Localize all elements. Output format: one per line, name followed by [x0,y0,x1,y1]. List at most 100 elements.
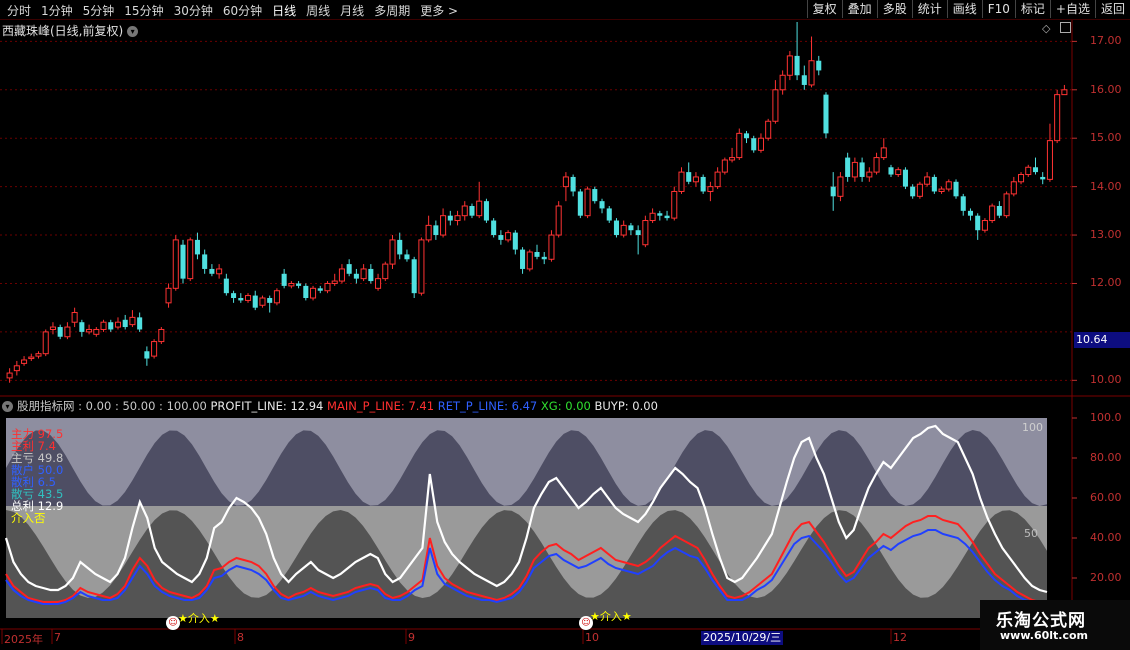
lower-wave [6,510,1047,618]
tool-button-1[interactable]: 叠加 [841,0,877,18]
candle-body [252,295,258,308]
period-tab-6[interactable]: 日线 [267,2,301,19]
candle-body [64,326,71,338]
candle-body [244,295,252,301]
period-tab-7[interactable]: 周线 [301,2,335,19]
date-tick-label: 9 [408,631,415,644]
candle-body [273,290,280,304]
candle-body [238,298,244,301]
candle-body [657,213,663,216]
price-tick-label: 12.00 [1090,276,1122,290]
tool-button-3[interactable]: 统计 [911,0,947,18]
candle-body [303,285,309,298]
tool-button-8[interactable]: 返回 [1094,0,1130,18]
candle-body [953,181,959,197]
candle-body [151,341,158,357]
candle-body [216,268,223,275]
tool-button-2[interactable]: 多股 [876,0,912,18]
candle-body [700,176,706,192]
candle-body [288,282,295,287]
candle-body [866,171,873,178]
indicator-header: ▾ 股朋指标网 : 0.00 : 50.00 : 100.00 PROFIT_LI… [2,398,658,414]
candle-body [743,133,750,139]
candle-body [786,55,793,76]
candle-body [281,273,287,286]
candle-body [144,351,150,359]
candle-body [505,232,512,241]
candle-body [21,359,28,364]
candle-body [338,268,345,282]
candle-body [411,259,417,294]
candle-body [1061,89,1068,96]
candle-body [772,89,779,122]
price-tick-label: 13.00 [1090,228,1122,242]
candle-body [331,280,338,284]
price-tick-label: 15.00 [1090,131,1122,145]
candle-body [259,297,266,306]
signal-label-2: ★介入★ [590,610,632,623]
candle-body [375,278,382,289]
candle-body [924,176,931,185]
legend-item-7: 介入否 [11,511,46,525]
period-tab-0[interactable]: 分时 [2,2,36,19]
tool-button-6[interactable]: 标记 [1014,0,1050,18]
cursor-date-tag: 2025/10/29/三 [701,631,784,645]
candle-body [93,328,100,335]
candle-body [692,176,699,183]
period-tab-2[interactable]: 5分钟 [78,2,120,19]
signal-label-1: ★介入★ [178,612,220,625]
candle-body [165,287,172,304]
candle-body [461,205,468,217]
chart-title[interactable]: 西藏珠峰(日线,前复权) ▾ [2,22,139,39]
indicator-name[interactable]: 股朋指标网 [17,399,75,413]
candle-body [57,327,63,337]
period-tab-3[interactable]: 15分钟 [119,2,168,19]
chevron-down-icon[interactable]: ▾ [127,26,139,37]
candle-body [562,176,569,188]
candle-body [202,254,208,269]
candle-body [108,322,114,330]
candle-body [642,220,649,246]
candle-body [888,167,894,175]
candle-body [577,191,583,216]
watermark-url: www.60lt.com [1000,629,1089,642]
candle-body [707,186,714,192]
tool-button-5[interactable]: F10 [981,0,1015,18]
period-tab-5[interactable]: 60分钟 [218,2,267,19]
candle-body [404,254,410,260]
period-tab-4[interactable]: 30分钟 [169,2,218,19]
tool-button-7[interactable]: +自选 [1049,0,1095,18]
candle-body [209,268,215,274]
candle-body [880,147,887,159]
period-tab-1[interactable]: 1分钟 [36,2,78,19]
candle-body [129,316,136,326]
diamond-icon[interactable]: ◇ [1042,22,1050,35]
candle-body [606,208,612,221]
tool-button-0[interactable]: 复权 [806,0,842,18]
candle-body [859,162,865,177]
chevron-down-icon[interactable]: ▾ [2,401,13,412]
period-tab-10[interactable]: 更多 > [415,2,463,19]
period-tab-8[interactable]: 月线 [335,2,369,19]
maximize-icon[interactable] [1059,22,1071,33]
candle-body [729,157,736,161]
candle-body [469,206,475,216]
candle-body [816,60,822,71]
candle-body [13,365,20,372]
chart-title-text: 西藏珠峰(日线,前复权) [2,24,124,38]
date-tick-label: 7 [54,631,61,644]
candle-body [520,249,526,269]
candle-body [613,220,619,236]
candle-body [584,188,591,217]
candle-body [346,264,352,274]
tool-button-4[interactable]: 画线 [946,0,982,18]
candle-body [476,200,483,217]
candle-body [454,215,461,222]
period-tab-9[interactable]: 多周期 [369,2,415,19]
candle-body [967,210,973,216]
candle-body [916,183,923,197]
candle-body [837,176,844,197]
candle-body [368,268,374,282]
signal-text: 介入 [187,612,210,625]
candle-body [71,312,78,323]
